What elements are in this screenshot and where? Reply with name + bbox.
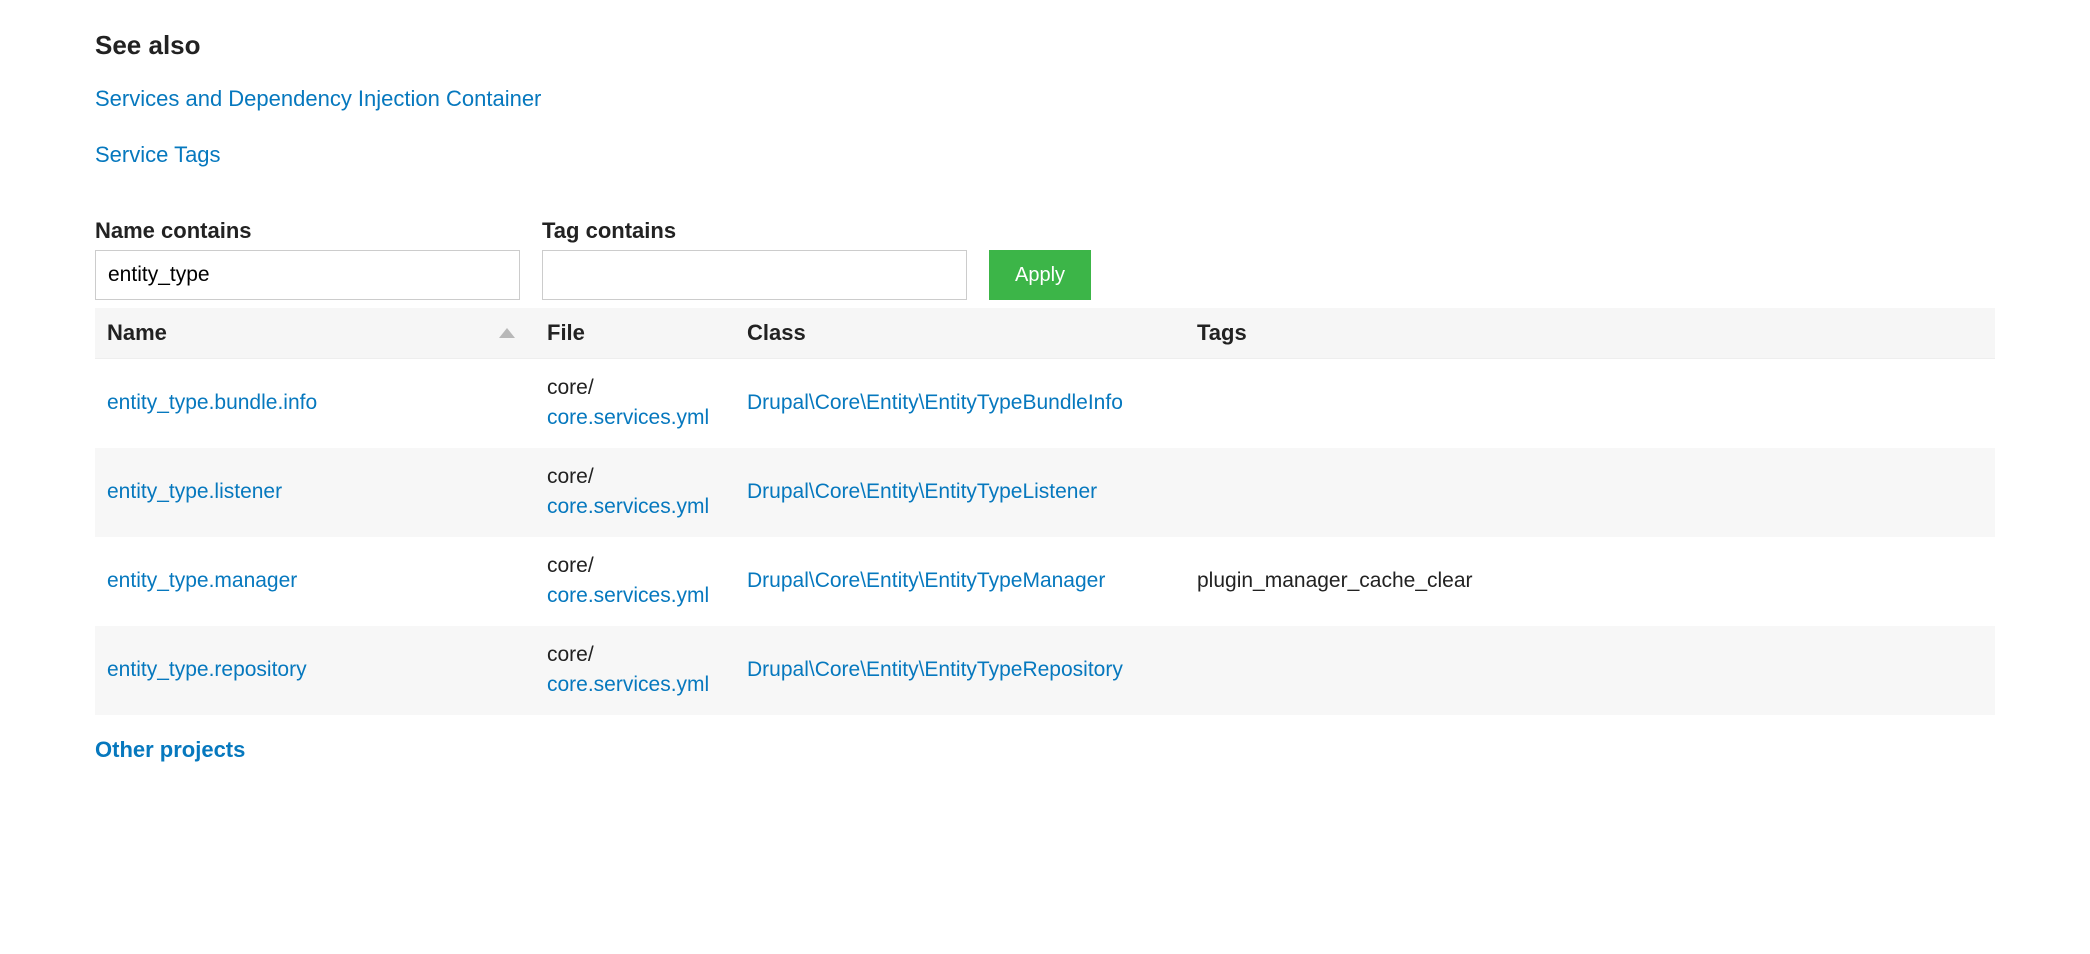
tags-cell [1185, 626, 1995, 715]
column-header-tags[interactable]: Tags [1185, 308, 1995, 359]
file-link[interactable]: core.services.yml [547, 584, 709, 607]
table-row: entity_type.bundle.info core/ core.servi… [95, 359, 1995, 448]
tags-cell: plugin_manager_cache_clear [1185, 537, 1995, 626]
filter-bar: Name contains Tag contains Apply [95, 218, 1995, 300]
file-dir: core/ [547, 643, 594, 666]
table-row: entity_type.listener core/ core.services… [95, 448, 1995, 537]
tags-cell [1185, 359, 1995, 448]
see-also-heading: See also [95, 30, 1995, 61]
see-also-link-tags[interactable]: Service Tags [95, 142, 1995, 168]
table-header-row: Name File Class Tags [95, 308, 1995, 359]
service-name-link[interactable]: entity_type.bundle.info [107, 391, 317, 414]
table-row: entity_type.manager core/ core.services.… [95, 537, 1995, 626]
tag-contains-input[interactable] [542, 250, 967, 300]
column-header-class[interactable]: Class [735, 308, 1185, 359]
name-contains-label: Name contains [95, 218, 520, 244]
file-link[interactable]: core.services.yml [547, 673, 709, 696]
sort-asc-icon [499, 328, 515, 338]
file-dir: core/ [547, 376, 594, 399]
class-link[interactable]: Drupal\Core\Entity\EntityTypeManager [747, 569, 1105, 592]
class-link[interactable]: Drupal\Core\Entity\EntityTypeRepository [747, 658, 1123, 681]
see-also-links: Services and Dependency Injection Contai… [95, 86, 1995, 168]
services-table: Name File Class Tags entity_type.bundle.… [95, 308, 1995, 715]
column-header-name-label: Name [107, 320, 167, 345]
filter-name-group: Name contains [95, 218, 520, 300]
file-dir: core/ [547, 554, 594, 577]
table-row: entity_type.repository core/ core.servic… [95, 626, 1995, 715]
tags-cell [1185, 448, 1995, 537]
class-link[interactable]: Drupal\Core\Entity\EntityTypeBundleInfo [747, 391, 1123, 414]
class-link[interactable]: Drupal\Core\Entity\EntityTypeListener [747, 480, 1097, 503]
service-name-link[interactable]: entity_type.listener [107, 480, 282, 503]
column-header-name[interactable]: Name [95, 308, 535, 359]
table-body: entity_type.bundle.info core/ core.servi… [95, 359, 1995, 715]
filter-tag-group: Tag contains [542, 218, 967, 300]
file-dir: core/ [547, 465, 594, 488]
see-also-link-services[interactable]: Services and Dependency Injection Contai… [95, 86, 1995, 112]
file-link[interactable]: core.services.yml [547, 495, 709, 518]
service-name-link[interactable]: entity_type.manager [107, 569, 297, 592]
apply-button[interactable]: Apply [989, 250, 1091, 300]
file-link[interactable]: core.services.yml [547, 406, 709, 429]
column-header-file[interactable]: File [535, 308, 735, 359]
service-name-link[interactable]: entity_type.repository [107, 658, 307, 681]
other-projects-link[interactable]: Other projects [95, 737, 245, 762]
other-projects-section: Other projects [95, 737, 1995, 763]
name-contains-input[interactable] [95, 250, 520, 300]
tag-contains-label: Tag contains [542, 218, 967, 244]
